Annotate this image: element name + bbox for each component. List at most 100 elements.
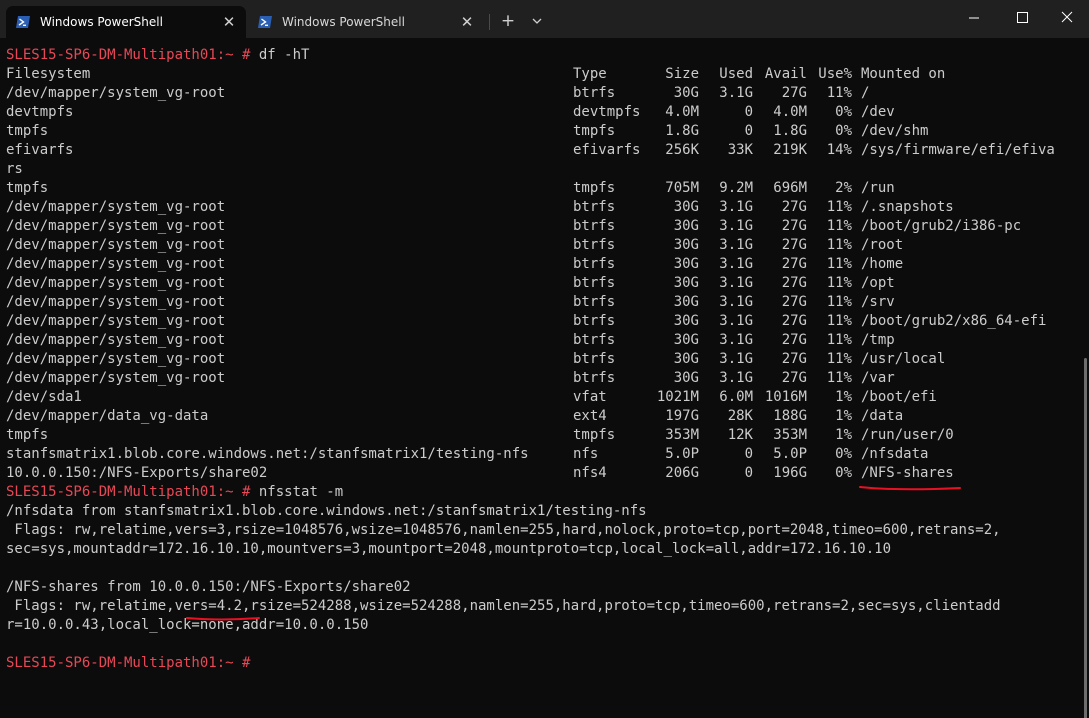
- df-col-avail: 27G: [781, 313, 807, 329]
- df-col-size: 30G: [673, 294, 699, 310]
- prompt-text: SLES15-SP6-DM-Multipath01:~ #: [6, 484, 251, 500]
- df-col-size: 30G: [673, 237, 699, 253]
- chevron-down-icon[interactable]: [525, 8, 549, 34]
- df-col-use: 0%: [835, 465, 852, 481]
- df-col-mount: /home: [861, 256, 904, 272]
- df-col-mount: /boot/grub2/i386-pc: [861, 218, 1022, 234]
- df-col-avail: 1.8G: [773, 123, 807, 139]
- powershell-icon: [16, 16, 30, 28]
- df-row: /dev/mapper/system_vg-root btrfs 30G 3.1G 27…: [6, 274, 1081, 293]
- df-col-fs: tmpfs: [6, 427, 49, 443]
- terminal-output[interactable]: SLES15-SP6-DM-Multipath01:~ # df -hT File…: [0, 38, 1078, 718]
- title-bar: Windows PowerShell ✕ Windows PowerShell …: [0, 0, 1089, 38]
- df-col-use: 1%: [835, 389, 852, 405]
- df-col-type: btrfs: [573, 370, 616, 386]
- nfsstat-output-line: /NFS-shares from 10.0.0.150:/NFS-Exports…: [6, 579, 411, 595]
- df-col-use: 11%: [826, 294, 852, 310]
- tab-powershell-1[interactable]: Windows PowerShell ✕: [6, 6, 246, 38]
- df-col-use: 11%: [826, 199, 852, 215]
- df-col-use: 11%: [826, 275, 852, 291]
- df-row: 10.0.0.150:/NFS-Exports/share02 nfs4 206G 0…: [6, 464, 1081, 483]
- prompt-text: SLES15-SP6-DM-Multipath01:~ #: [6, 655, 251, 671]
- df-col-avail: 27G: [781, 332, 807, 348]
- minimize-icon[interactable]: [951, 0, 997, 36]
- tab-separator: [489, 14, 490, 30]
- df-row: /dev/mapper/system_vg-root btrfs 30G 3.1G 27…: [6, 198, 1081, 217]
- df-col-type: btrfs: [573, 256, 616, 272]
- df-col-type: btrfs: [573, 294, 616, 310]
- tab-title: Windows PowerShell: [282, 15, 405, 29]
- df-col-use: 11%: [826, 313, 852, 329]
- df-col-size: 30G: [673, 351, 699, 367]
- close-icon[interactable]: ✕: [458, 13, 476, 31]
- df-col-fs: /dev/mapper/system_vg-root: [6, 351, 226, 367]
- scrollbar-thumb[interactable]: [1084, 358, 1087, 718]
- powershell-icon: [258, 16, 272, 28]
- new-tab-button[interactable]: +: [496, 8, 520, 34]
- df-col-fs: rs: [6, 161, 23, 177]
- df-col-type: tmpfs: [573, 123, 616, 139]
- df-row: devtmpfs devtmpfs 4.0M 0 4.0M 0% /dev: [6, 103, 1081, 122]
- df-col-size: 30G: [673, 370, 699, 386]
- command-text: nfsstat -m: [258, 484, 344, 500]
- df-col-avail: 27G: [781, 85, 807, 101]
- df-col-used: 9.2M: [719, 180, 753, 196]
- df-col-type: tmpfs: [573, 427, 616, 443]
- current-prompt-line: SLES15-SP6-DM-Multipath01:~ #: [6, 654, 259, 673]
- df-col-used: 3.1G: [719, 256, 753, 272]
- df-col-use: 11%: [826, 237, 852, 253]
- df-col-avail: 696M: [773, 180, 807, 196]
- df-col-mount: /: [861, 85, 870, 101]
- df-col-used: 3.1G: [719, 237, 753, 253]
- df-col-avail: 196G: [773, 465, 807, 481]
- df-col-use: 1%: [835, 427, 852, 443]
- df-col-used: 3.1G: [719, 199, 753, 215]
- df-col-fs: Filesystem: [6, 66, 91, 82]
- df-row: /dev/mapper/system_vg-root btrfs 30G 3.1G 27…: [6, 369, 1081, 388]
- df-col-size: 4.0M: [665, 104, 699, 120]
- df-col-used: 0: [744, 104, 753, 120]
- df-row: /dev/sda1 vfat 1021M 6.0M 1016M 1% /boot/efi: [6, 388, 1081, 407]
- df-col-mount: /tmp: [861, 332, 895, 348]
- window-close-icon[interactable]: [1044, 0, 1089, 36]
- df-col-size: 206G: [665, 465, 699, 481]
- nfsstat-output-line: /nfsdata from stanfsmatrix1.blob.core.wi…: [6, 503, 647, 519]
- df-col-size: 30G: [673, 218, 699, 234]
- df-col-use: 11%: [826, 351, 852, 367]
- close-icon[interactable]: ✕: [220, 13, 238, 31]
- df-col-used: 3.1G: [719, 218, 753, 234]
- df-row: /dev/mapper/system_vg-root btrfs 30G 3.1G 27…: [6, 331, 1081, 350]
- df-col-fs: stanfsmatrix1.blob.core.windows.net:/sta…: [6, 446, 529, 462]
- df-row: /dev/mapper/system_vg-root btrfs 30G 3.1G 27…: [6, 350, 1081, 369]
- df-col-fs: /dev/mapper/system_vg-root: [6, 218, 226, 234]
- df-row: tmpfs tmpfs 353M 12K 353M 1% /run/user/0: [6, 426, 1081, 445]
- df-col-fs: /dev/mapper/system_vg-root: [6, 313, 226, 329]
- annotation-underline-nfs-shares: [859, 486, 961, 491]
- scrollbar[interactable]: [1081, 38, 1089, 718]
- df-col-type: btrfs: [573, 237, 616, 253]
- df-col-type: btrfs: [573, 199, 616, 215]
- prompt-text: SLES15-SP6-DM-Multipath01:~ #: [6, 47, 251, 63]
- nfsstat-output-line: Flags: rw,relatime,vers=3,rsize=1048576,…: [6, 522, 1001, 538]
- df-col-type: Type: [573, 66, 607, 82]
- df-col-fs: /dev/mapper/system_vg-root: [6, 199, 226, 215]
- df-col-mount: /opt: [861, 275, 895, 291]
- df-col-avail: 27G: [781, 351, 807, 367]
- df-col-avail: 27G: [781, 294, 807, 310]
- df-col-type: nfs: [573, 446, 599, 462]
- df-col-avail: 4.0M: [773, 104, 807, 120]
- df-col-used: 6.0M: [719, 389, 753, 405]
- df-col-size: 30G: [673, 332, 699, 348]
- df-col-mount: /run: [861, 180, 895, 196]
- maximize-icon[interactable]: [999, 0, 1045, 36]
- df-col-use: 0%: [835, 123, 852, 139]
- tab-title: Windows PowerShell: [40, 15, 163, 29]
- df-col-fs: /dev/mapper/system_vg-root: [6, 85, 226, 101]
- df-col-use: 14%: [826, 142, 852, 158]
- df-col-use: 11%: [826, 218, 852, 234]
- df-col-avail: Avail: [764, 66, 807, 82]
- tab-powershell-2[interactable]: Windows PowerShell ✕: [248, 6, 484, 38]
- df-col-fs: /dev/mapper/system_vg-root: [6, 370, 226, 386]
- nfsstat-output-line: Flags: rw,relatime,vers=4.2,rsize=524288…: [6, 598, 1001, 614]
- df-col-mount: /.snapshots: [861, 199, 954, 215]
